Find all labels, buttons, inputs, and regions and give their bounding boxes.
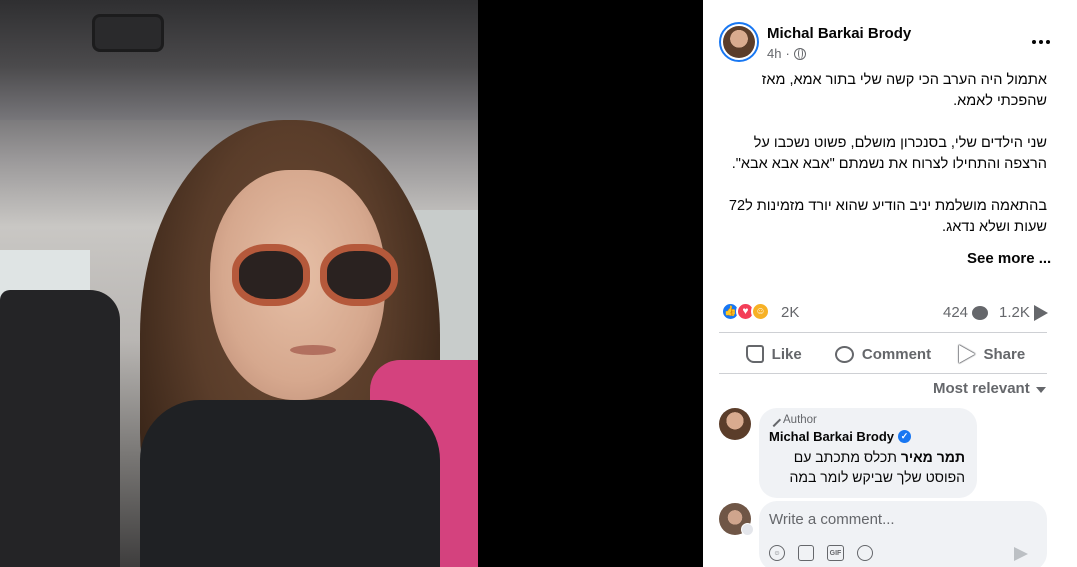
photo-sunglasses-left (232, 244, 310, 306)
write-comment-box[interactable]: Write a comment... ☺ GIF (759, 501, 1047, 567)
send-icon[interactable] (1014, 547, 1028, 561)
pencil-icon (766, 412, 782, 428)
author-avatar[interactable] (719, 22, 759, 62)
reactions-count[interactable]: 2K (781, 304, 799, 321)
comment-sort-dropdown[interactable]: Most relevant (933, 380, 1046, 397)
share-arrow-icon (1033, 304, 1048, 321)
comment-bubble-icon (972, 305, 989, 320)
comments-count: 424 (943, 304, 969, 321)
post-paragraph: שני הילדים שלי, בסנכרון מושלם, פשוט נשכב… (731, 135, 1047, 172)
dot-icon (1046, 40, 1050, 44)
photo-sunglasses-right (320, 244, 398, 306)
see-more-link[interactable]: See more ... (967, 250, 1051, 267)
commenter-avatar[interactable] (719, 408, 751, 440)
shares-count-link[interactable]: 1.2K (999, 304, 1048, 321)
chevron-down-icon (741, 523, 754, 536)
globe-icon[interactable] (793, 47, 806, 60)
post-meta: 4h · (767, 46, 806, 61)
photo-seat (0, 290, 120, 567)
post-paragraph: אתמול היה הערב הכי קשה שלי בתור אמא, מאז… (761, 72, 1047, 109)
photo-mouth (290, 345, 336, 355)
divider (719, 373, 1047, 374)
caret-down-icon (1035, 387, 1046, 393)
post-header: Michal Barkai Brody 4h · (719, 22, 1059, 66)
divider (719, 332, 1047, 333)
dot-icon (1039, 40, 1043, 44)
tagged-user[interactable]: תמר מאיר (901, 449, 965, 465)
photo-car-roof (0, 0, 478, 120)
comment-label: Comment (861, 345, 932, 363)
camera-icon[interactable] (798, 545, 814, 561)
post-paragraph: בהתאמה מושלמת יניב הודיע שהוא יורד מזמינ… (728, 198, 1047, 235)
like-label: Like (771, 345, 802, 363)
author-badge-label: Author (783, 414, 817, 426)
verified-icon: ✓ (898, 430, 911, 443)
post-time[interactable]: 4h (767, 46, 781, 61)
current-user-avatar[interactable] (719, 503, 754, 536)
comment-input-placeholder: Write a comment... (769, 511, 895, 528)
reactions-bar: 👍 ♥ ☺ 2K 424 1.2K (719, 300, 1048, 324)
emoji-icon[interactable]: ☺ (769, 545, 785, 561)
photo-viewer: Michal Barkai Brody 4h · אתמול היה הערב … (0, 0, 1077, 567)
post-actions: Like Comment Share (719, 336, 1047, 372)
author-name[interactable]: Michal Barkai Brody (767, 25, 911, 42)
care-icon: ☺ (751, 302, 770, 321)
share-icon (959, 345, 976, 363)
reaction-icons[interactable]: 👍 ♥ ☺ (721, 302, 770, 321)
commenter-name-row: Michal Barkai Brody ✓ (769, 429, 965, 444)
dot-icon (1032, 40, 1036, 44)
thumbs-up-icon (745, 345, 764, 363)
comment-bubble: Author Michal Barkai Brody ✓ תמר מאיר תכ… (759, 408, 977, 498)
meta-separator: · (785, 46, 790, 61)
comments-count-link[interactable]: 424 (943, 304, 989, 321)
photo-sweater (140, 400, 440, 567)
post-body: אתמול היה הערב הכי קשה שלי בתור אמא, מאז… (719, 70, 1047, 238)
comment-icon (834, 345, 854, 363)
photo-mirror (92, 14, 164, 52)
post-side-panel: Michal Barkai Brody 4h · אתמול היה הערב … (703, 0, 1077, 567)
comment-button[interactable]: Comment (828, 336, 937, 372)
shares-count: 1.2K (999, 304, 1030, 321)
post-photo[interactable] (0, 0, 478, 567)
like-button[interactable]: Like (719, 336, 828, 372)
comment-text: תמר מאיר תכלס מתכתב עם הפוסט שלך שביקש ל… (769, 447, 966, 487)
commenter-name[interactable]: Michal Barkai Brody (769, 429, 894, 444)
gif-icon[interactable]: GIF (827, 545, 844, 561)
author-badge: Author (766, 412, 965, 428)
more-options-button[interactable] (1025, 28, 1057, 56)
sticker-icon[interactable] (857, 545, 873, 561)
comment-tools: ☺ GIF (769, 545, 873, 561)
sort-label: Most relevant (933, 380, 1030, 397)
author-avatar-image (723, 26, 755, 58)
share-label: Share (983, 345, 1026, 363)
share-button[interactable]: Share (938, 336, 1047, 372)
